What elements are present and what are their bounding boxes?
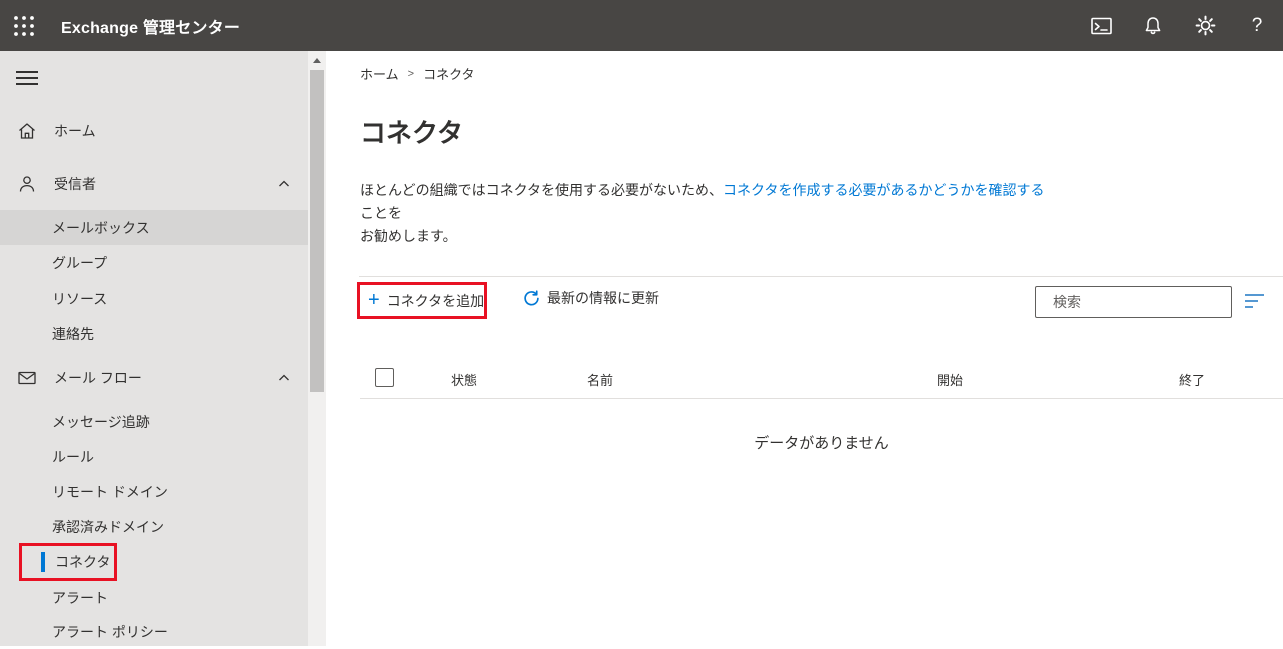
- sidebar-item-label: グループ: [52, 253, 107, 273]
- sidebar-item-label: アラート ポリシー: [52, 622, 168, 642]
- sidebar-item-label: メール フロー: [54, 368, 142, 388]
- sidebar-scrollbar[interactable]: [308, 51, 326, 646]
- sidebar-item-alerts[interactable]: アラート: [0, 581, 308, 615]
- description-text: ほとんどの組織ではコネクタを使用する必要がないため、: [360, 182, 723, 198]
- breadcrumb-separator: >: [408, 68, 414, 80]
- toolbar: + コネクタを追加 最新の情報に更新: [357, 282, 1283, 320]
- sidebar-item-label: アラート: [52, 588, 108, 608]
- help-icon: ?: [1252, 15, 1263, 37]
- sidebar-item-label: ホーム: [54, 121, 96, 141]
- select-all-checkbox[interactable]: [375, 368, 394, 387]
- annotation-box-add-connector: + コネクタを追加: [357, 282, 487, 319]
- sidebar-item-mail-flow[interactable]: メール フロー: [0, 361, 308, 395]
- home-icon: [17, 121, 37, 141]
- sidebar-item-contacts[interactable]: 連絡先: [0, 317, 308, 351]
- gear-icon: [1195, 15, 1216, 36]
- cloud-shell-button[interactable]: [1075, 0, 1127, 51]
- sidebar-item-accepted-domains[interactable]: 承認済みドメイン: [0, 510, 308, 544]
- topbar-actions: ?: [1075, 0, 1283, 51]
- sidebar-item-recipients[interactable]: 受信者: [0, 167, 308, 201]
- page-description: ほとんどの組織ではコネクタを使用する必要がないため、コネクタを作成する必要がある…: [360, 179, 1052, 248]
- plus-icon: +: [368, 290, 380, 310]
- app-title: Exchange 管理センター: [61, 14, 240, 38]
- sidebar-item-label: リモート ドメイン: [52, 482, 168, 502]
- hamburger-menu-icon[interactable]: [16, 69, 40, 87]
- breadcrumb-current: コネクタ: [423, 64, 474, 83]
- bell-icon: [1143, 16, 1163, 36]
- refresh-icon: [523, 290, 540, 307]
- waffle-icon: [13, 15, 35, 37]
- left-navigation: ホーム 受信者 メールボックス グループ リソース 連絡先 メール フロー: [0, 51, 308, 646]
- refresh-label: 最新の情報に更新: [547, 288, 659, 308]
- check-connectors-link[interactable]: コネクタを作成する必要があるかどうかを確認する: [723, 182, 1044, 198]
- sidebar-item-label: コネクタ: [55, 552, 110, 572]
- column-header-name[interactable]: 名前: [587, 370, 613, 389]
- person-icon: [17, 174, 37, 194]
- chevron-up-icon: [277, 371, 291, 385]
- search-box: [1035, 286, 1232, 318]
- page-title: コネクタ: [360, 113, 463, 150]
- sidebar-item-resources[interactable]: リソース: [0, 282, 308, 316]
- description-text: ことを: [360, 205, 402, 221]
- sidebar-item-alert-policies[interactable]: アラート ポリシー: [0, 615, 308, 649]
- table-header-row: 状態 名前 開始 終了: [360, 362, 1283, 399]
- scrollbar-thumb[interactable]: [310, 70, 324, 392]
- sidebar-item-connectors[interactable]: コネクタ: [0, 545, 308, 579]
- sidebar-item-rules[interactable]: ルール: [0, 440, 308, 474]
- column-header-start[interactable]: 開始: [937, 370, 963, 389]
- settings-button[interactable]: [1179, 0, 1231, 51]
- add-connector-button[interactable]: + コネクタを追加: [360, 291, 492, 311]
- refresh-button[interactable]: 最新の情報に更新: [523, 288, 659, 308]
- sidebar-item-label: リソース: [52, 289, 107, 309]
- scrollbar-up-arrow[interactable]: [308, 51, 326, 69]
- sort-filter-icon[interactable]: [1245, 294, 1264, 308]
- sidebar-item-label: 承認済みドメイン: [52, 517, 164, 537]
- empty-state-message: データがありません: [360, 432, 1283, 453]
- sidebar-item-groups[interactable]: グループ: [0, 246, 308, 280]
- column-header-end[interactable]: 終了: [1179, 370, 1205, 389]
- notifications-button[interactable]: [1127, 0, 1179, 51]
- chevron-up-icon: [277, 177, 291, 191]
- mail-icon: [17, 368, 37, 388]
- description-text-line2: お勧めします。: [360, 228, 457, 244]
- app-launcher-waffle-icon[interactable]: [0, 0, 48, 51]
- search-input[interactable]: [1053, 294, 1234, 310]
- sidebar-item-label: ルール: [52, 447, 94, 467]
- main-content: ホーム > コネクタ コネクタ ほとんどの組織ではコネクタを使用する必要がないた…: [326, 51, 1283, 646]
- help-button[interactable]: ?: [1231, 0, 1283, 51]
- active-selection-bar: [41, 552, 45, 572]
- sidebar-item-home[interactable]: ホーム: [0, 114, 308, 148]
- terminal-icon: [1091, 17, 1112, 35]
- sidebar-item-label: メッセージ追跡: [52, 412, 150, 432]
- sidebar-item-mailboxes[interactable]: メールボックス: [0, 210, 308, 245]
- sidebar-item-label: メールボックス: [52, 218, 150, 238]
- sidebar-item-remote-domains[interactable]: リモート ドメイン: [0, 475, 308, 509]
- add-connector-label: コネクタを追加: [387, 291, 484, 311]
- sidebar-item-label: 受信者: [54, 174, 96, 194]
- column-header-status[interactable]: 状態: [451, 370, 477, 389]
- top-app-bar: Exchange 管理センター: [0, 0, 1283, 51]
- breadcrumb: ホーム > コネクタ: [360, 64, 475, 83]
- sidebar-item-message-trace[interactable]: メッセージ追跡: [0, 405, 308, 439]
- sidebar-item-label: 連絡先: [52, 324, 94, 344]
- toolbar-divider: [359, 276, 1283, 277]
- breadcrumb-home-link[interactable]: ホーム: [360, 64, 399, 83]
